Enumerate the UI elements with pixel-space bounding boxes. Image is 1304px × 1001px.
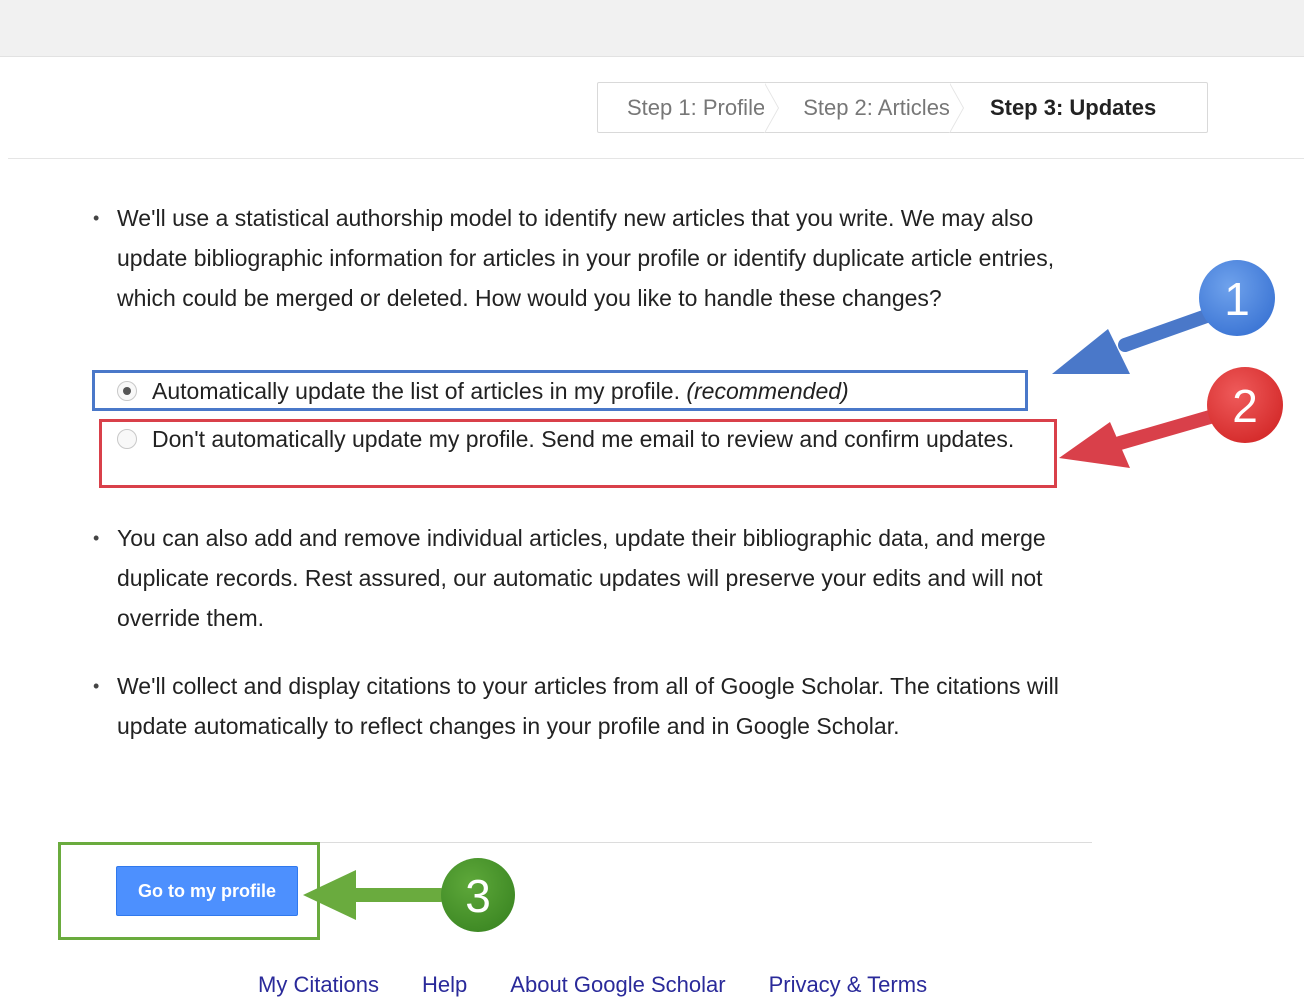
marker-2: 2 xyxy=(1207,367,1283,443)
arrow-2 xyxy=(1059,410,1217,468)
arrow-3 xyxy=(303,870,447,920)
marker-3: 3 xyxy=(441,858,515,932)
annotation-overlay: 1 2 3 xyxy=(303,260,1283,932)
marker-3-label: 3 xyxy=(465,870,491,922)
marker-1: 1 xyxy=(1199,260,1275,336)
marker-2-label: 2 xyxy=(1232,380,1258,432)
arrow-1 xyxy=(1052,306,1222,374)
marker-1-label: 1 xyxy=(1224,273,1250,325)
